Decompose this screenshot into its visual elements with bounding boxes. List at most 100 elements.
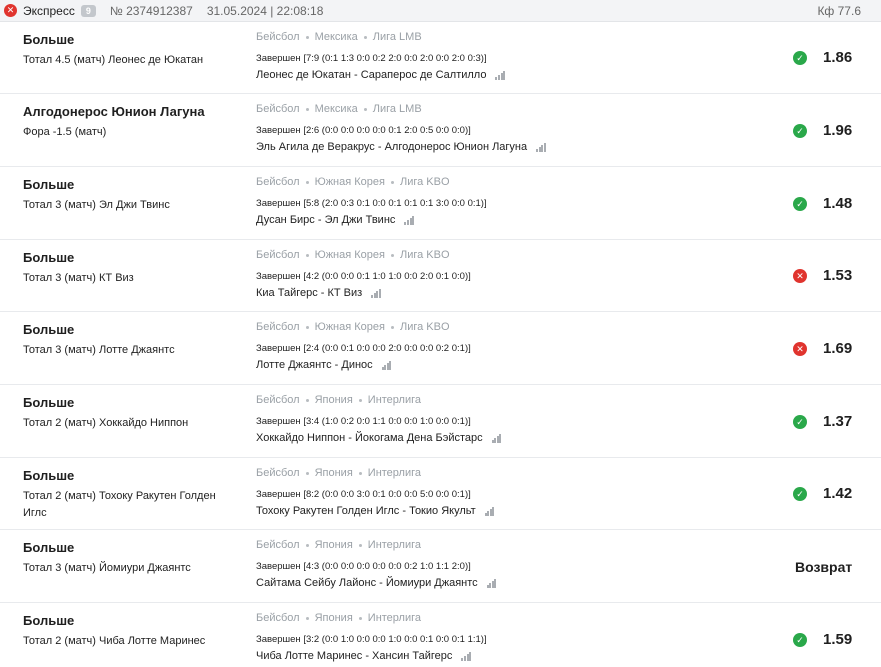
stats-icon[interactable] (536, 142, 546, 152)
crumb-league[interactable]: Интерлига (368, 394, 421, 406)
stats-icon[interactable] (404, 215, 415, 225)
event-teams[interactable]: Леонес де Юкатан - Сараперос де Салтилло (256, 69, 506, 81)
odds-value: 1.86 (823, 49, 853, 66)
event-teams[interactable]: Сайтама Сейбу Лайонс - Йомиури Джаянтс (256, 577, 497, 589)
stats-icon[interactable] (484, 506, 495, 516)
crumb-league[interactable]: Лига KBO (400, 176, 450, 188)
crumb-sport[interactable]: Бейсбол (256, 539, 300, 551)
crumb-country[interactable]: Япония (315, 394, 353, 406)
separator-dot (363, 107, 367, 111)
check-icon: ✓ (793, 124, 807, 138)
crumb-country[interactable]: Южная Корея (315, 321, 385, 333)
crumb-sport[interactable]: Бейсбол (256, 321, 300, 333)
crumb-country[interactable]: Япония (315, 539, 353, 551)
crumb-league[interactable]: Интерлига (368, 539, 421, 551)
crumb-sport[interactable]: Бейсбол (256, 612, 300, 624)
event-status: Завершен [4:2 (0:0 0:0 0:1 1:0 1:0 0:0 2… (256, 271, 471, 282)
crumb-country[interactable]: Япония (315, 467, 353, 479)
crumb-country[interactable]: Южная Корея (315, 176, 385, 188)
crumb-sport[interactable]: Бейсбол (256, 31, 300, 43)
event-teams[interactable]: Хоккайдо Ниппон - Йокогама Дена Бэйстарс (256, 432, 502, 444)
crumb-country[interactable]: Мексика (315, 103, 358, 115)
bet-selection: Больше (23, 613, 75, 628)
teams-label: Хоккайдо Ниппон - Йокогама Дена Бэйстарс (256, 432, 483, 444)
bet-selection: Больше (23, 250, 75, 265)
separator-dot (305, 253, 309, 257)
bet-row: Больше Тотал 3 (матч) КТ Виз Бейсбол Южная … (0, 240, 881, 312)
bet-row: Больше Тотал 2 (матч) Чиба Лотте Маринес Б… (0, 603, 881, 667)
event-breadcrumb: Бейсбол Япония Интерлига (256, 467, 421, 479)
crumb-league[interactable]: Лига LMB (373, 103, 422, 115)
crumb-sport[interactable]: Бейсбол (256, 249, 300, 261)
odds-value: 1.48 (823, 195, 853, 212)
crumb-league[interactable]: Лига KBO (400, 249, 450, 261)
odds-value: 1.69 (823, 340, 853, 357)
stats-icon[interactable] (491, 433, 502, 443)
teams-label: Эль Агила де Веракрус - Алгодонерос Юнио… (256, 141, 528, 153)
event-status: Завершен [3:2 (0:0 1:0 0:0 0:0 1:0 0:0 0… (256, 634, 487, 645)
separator-dot (305, 398, 309, 402)
bet-selection: Больше (23, 468, 75, 483)
stats-icon[interactable] (461, 651, 472, 661)
event-teams[interactable]: Киа Тайгерс - КТ Виз (256, 287, 381, 299)
teams-label: Тохоку Ракутен Голден Иглс - Токио Якуль… (256, 505, 476, 517)
bet-market: Фора -1.5 (матч) (23, 126, 107, 138)
odds-value: 1.96 (823, 122, 853, 139)
crumb-sport[interactable]: Бейсбол (256, 394, 300, 406)
bet-selection: Больше (23, 32, 75, 47)
crumb-country[interactable]: Япония (315, 612, 353, 624)
bet-selection: Больше (23, 322, 75, 337)
separator-dot (305, 616, 309, 620)
event-status: Завершен [5:8 (2:0 0:3 0:1 0:0 0:1 0:1 0… (256, 198, 487, 209)
crumb-sport[interactable]: Бейсбол (256, 103, 300, 115)
bet-row: Больше Тотал 3 (матч) Эл Джи Твинс Бейсбол… (0, 167, 881, 240)
crumb-country[interactable]: Мексика (315, 31, 358, 43)
bet-selection: Больше (23, 395, 75, 410)
check-icon: ✓ (793, 487, 807, 501)
separator-dot (390, 253, 394, 257)
bet-type: Экспресс (23, 3, 75, 18)
odds-value: 1.59 (823, 631, 853, 648)
event-teams[interactable]: Эль Агила де Веракрус - Алгодонерос Юнио… (256, 141, 546, 153)
crumb-league[interactable]: Лига KBO (400, 321, 450, 333)
event-teams[interactable]: Дусан Бирс - Эл Джи Твинс (256, 214, 415, 226)
teams-label: Киа Тайгерс - КТ Виз (256, 287, 363, 299)
crumb-sport[interactable]: Бейсбол (256, 467, 300, 479)
separator-dot (305, 180, 309, 184)
crumb-league[interactable]: Интерлига (368, 612, 421, 624)
crumb-league[interactable]: Интерлига (368, 467, 421, 479)
teams-label: Лотте Джаянтс - Динос (256, 359, 373, 371)
stats-icon[interactable] (486, 578, 497, 588)
event-teams[interactable]: Лотте Джаянтс - Динос (256, 359, 392, 371)
event-breadcrumb: Бейсбол Мексика Лига LMB (256, 103, 422, 115)
odds-value: 1.37 (823, 413, 853, 430)
event-status: Завершен [4:3 (0:0 0:0 0:0 0:0 0:0 0:2 1… (256, 561, 471, 572)
separator-dot (390, 325, 394, 329)
event-breadcrumb: Бейсбол Япония Интерлига (256, 539, 421, 551)
event-status: Завершен [2:4 (0:0 0:1 0:0 0:0 2:0 0:0 0… (256, 343, 471, 354)
event-status: Завершен [3:4 (1:0 0:2 0:0 1:1 0:0 0:0 1… (256, 416, 471, 427)
bet-datetime: 31.05.2024 | 22:08:18 (206, 3, 324, 18)
bet-market: Тотал 3 (матч) Лотте Джаянтс (23, 344, 175, 356)
check-icon: ✓ (793, 197, 807, 211)
bet-market: Тотал 3 (матч) Йомиури Джаянтс (23, 562, 191, 574)
event-teams[interactable]: Чиба Лотте Маринес - Хансин Тайгерс (256, 650, 472, 662)
bet-market: Тотал 2 (матч) Хоккайдо Ниппон (23, 417, 189, 429)
stats-icon[interactable] (381, 360, 392, 370)
teams-label: Сайтама Сейбу Лайонс - Йомиури Джаянтс (256, 577, 478, 589)
stats-icon[interactable] (371, 288, 381, 298)
crumb-country[interactable]: Южная Корея (315, 249, 385, 261)
separator-dot (363, 35, 367, 39)
crumb-league[interactable]: Лига LMB (373, 31, 422, 43)
separator-dot (358, 398, 362, 402)
bet-row: Больше Тотал 2 (матч) Хоккайдо Ниппон Бейс… (0, 385, 881, 458)
refund-label: Возврат (795, 559, 853, 575)
event-breadcrumb: Бейсбол Мексика Лига LMB (256, 31, 422, 43)
odds-value: 1.42 (823, 485, 853, 502)
crumb-sport[interactable]: Бейсбол (256, 176, 300, 188)
bet-row: Больше Тотал 2 (матч) Тохоку Ракутен Голд… (0, 458, 881, 530)
event-teams[interactable]: Тохоку Ракутен Голден Иглс - Токио Якуль… (256, 505, 495, 517)
separator-dot (305, 543, 309, 547)
stats-icon[interactable] (495, 70, 506, 80)
event-breadcrumb: Бейсбол Япония Интерлига (256, 612, 421, 624)
